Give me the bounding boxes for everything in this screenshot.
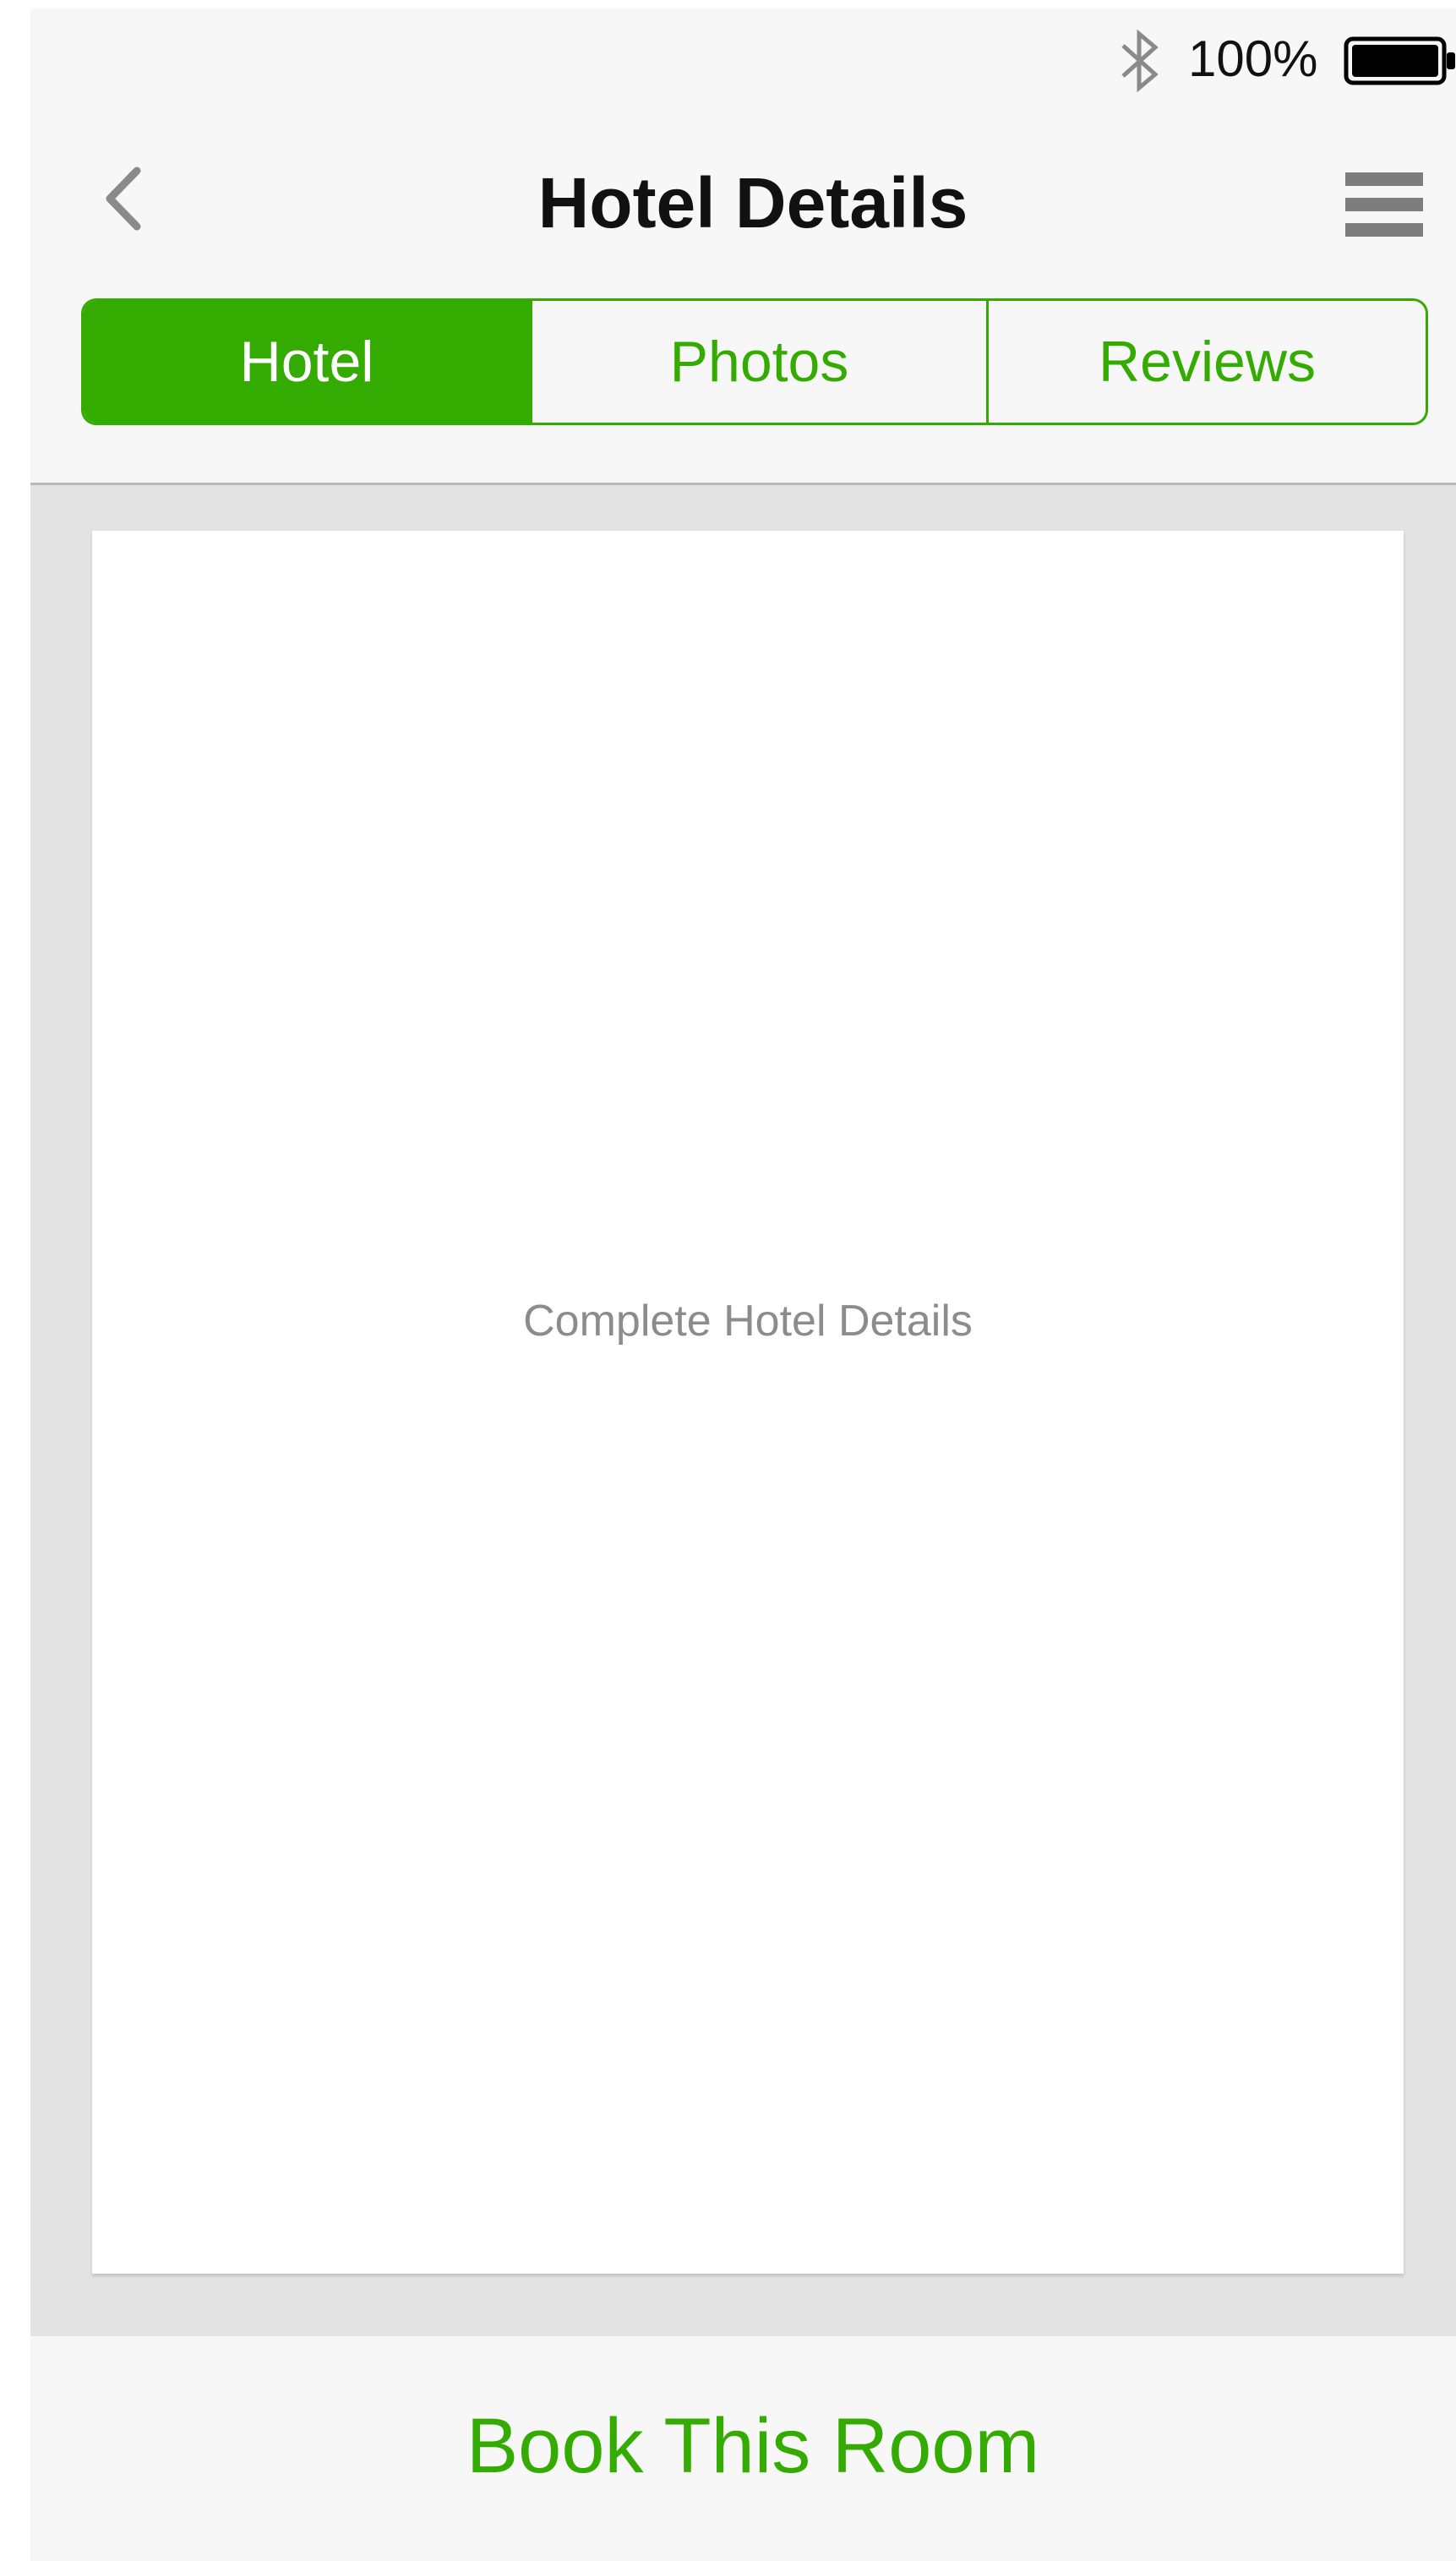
- tab-photos[interactable]: Photos: [530, 301, 986, 423]
- tab-reviews[interactable]: Reviews: [986, 301, 1426, 423]
- book-room-button[interactable]: Book This Room: [284, 2378, 1222, 2514]
- battery-percentage: 100%: [1188, 30, 1318, 87]
- content-area: Complete Hotel Details: [30, 485, 1456, 2336]
- hamburger-menu-icon[interactable]: [1345, 172, 1423, 237]
- bluetooth-icon: [1121, 29, 1159, 93]
- battery-full-icon: [1344, 36, 1455, 85]
- status-bar: 100%: [30, 8, 1456, 101]
- bottom-bar: Book This Room: [30, 2336, 1456, 2561]
- tab-segmented-control: Hotel Photos Reviews: [81, 298, 1428, 425]
- chevron-left-icon[interactable]: [100, 161, 150, 237]
- hotel-details-placeholder: Complete Hotel Details: [523, 1297, 973, 1346]
- page-title: Hotel Details: [537, 163, 968, 243]
- tab-hotel[interactable]: Hotel: [84, 301, 530, 423]
- navigation-bar: Hotel Details: [30, 101, 1456, 296]
- app-screen: 100% Hotel Details Hotel Photos Reviews …: [30, 8, 1456, 2561]
- hotel-details-card: Complete Hotel Details: [92, 531, 1404, 2274]
